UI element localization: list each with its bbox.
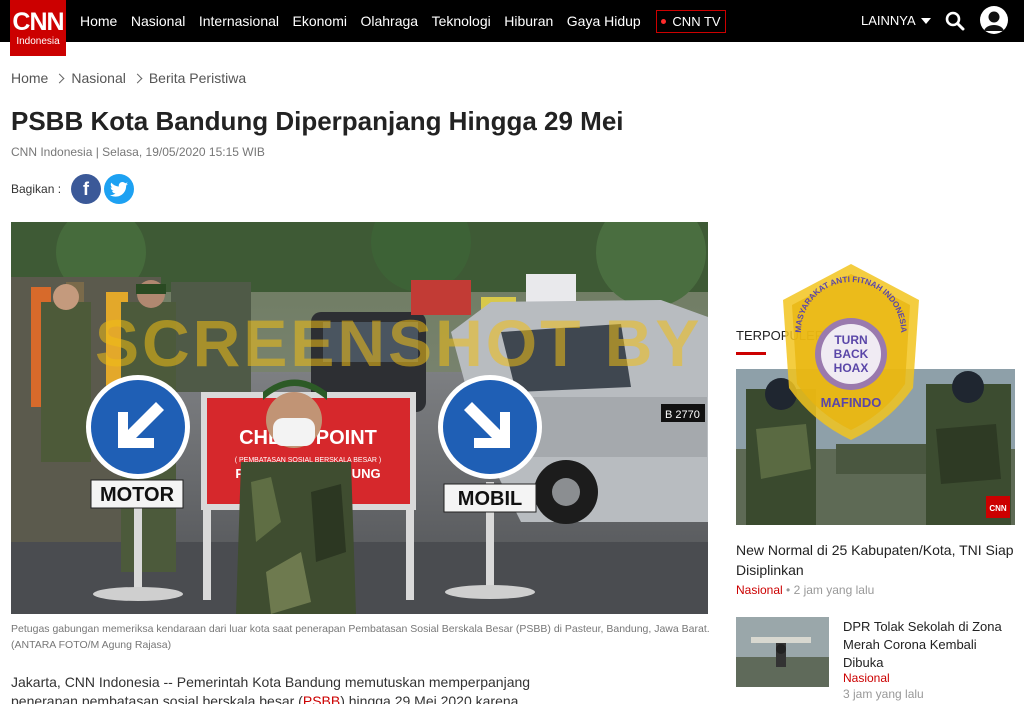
cnn-indonesia-logo[interactable]: CNN Indonesia <box>10 0 66 56</box>
live-dot-icon <box>661 19 667 24</box>
logo-text: CNN <box>12 8 64 36</box>
popular-item-2-thumbnail[interactable] <box>736 617 829 687</box>
top-navbar: Home Nasional Internasional Ekonomi Olah… <box>0 0 1024 42</box>
cnn-tv-label: CNN TV <box>672 14 721 29</box>
nav-nasional[interactable]: Nasional <box>131 13 185 29</box>
badge-bottom-text: MAFINDO <box>821 395 882 410</box>
nav-internasional[interactable]: Internasional <box>199 13 279 29</box>
nav-home[interactable]: Home <box>80 13 117 29</box>
user-avatar-icon[interactable] <box>980 6 1008 34</box>
article-body-line2-post: ) hingga 29 Mei 2020 karena <box>340 693 519 704</box>
twitter-share-button[interactable] <box>104 174 135 204</box>
popular-item-2-time: 3 jam yang lalu <box>843 687 924 701</box>
nav-olahraga[interactable]: Olahraga <box>360 13 418 29</box>
cnn-tag: CNN <box>989 504 1007 513</box>
logo-subtext: Indonesia <box>16 36 60 47</box>
article-body-line2-pre: penerapan pembatasan sosial berskala bes… <box>11 693 303 704</box>
image-caption: Petugas gabungan memeriksa kendaraan dar… <box>11 623 710 651</box>
license-plate: B 2770 <box>665 409 700 421</box>
badge-center-line1: TURN <box>834 333 867 347</box>
popular-item-1-meta: Nasional • 2 jam yang lalu <box>736 583 874 597</box>
popular-item-1-time: • 2 jam yang lalu <box>786 583 875 597</box>
article-hero-image: B 2770 CHECK POINT ( PEMBATASAN SOSIAL B… <box>11 222 708 614</box>
share-bar: Bagikan : f <box>11 174 137 204</box>
nav-ekonomi[interactable]: Ekonomi <box>293 13 347 29</box>
share-label: Bagikan : <box>11 182 62 196</box>
caret-down-icon <box>920 17 931 24</box>
heading-underline <box>736 352 766 355</box>
twitter-icon <box>110 181 129 197</box>
badge-center-line3: HOAX <box>834 361 869 375</box>
popular-item-1-category[interactable]: Nasional <box>736 583 783 597</box>
article-byline: CNN Indonesia | Selasa, 19/05/2020 15:15… <box>11 145 265 159</box>
nav-teknologi[interactable]: Teknologi <box>432 13 491 29</box>
facebook-icon: f <box>83 178 90 199</box>
mobil-sign-label: MOBIL <box>458 488 522 510</box>
psbb-link[interactable]: PSBB <box>303 693 340 704</box>
search-icon[interactable] <box>945 11 965 31</box>
breadcrumb-home[interactable]: Home <box>11 70 48 86</box>
popular-item-2-title[interactable]: DPR Tolak Sekolah di Zona Merah Corona K… <box>843 618 1018 672</box>
nav-gaya-hidup[interactable]: Gaya Hidup <box>567 13 641 29</box>
nav-hiburan[interactable]: Hiburan <box>504 13 553 29</box>
chevron-right-icon <box>132 73 143 83</box>
popular-item-1-title[interactable]: New Normal di 25 Kabupaten/Kota, TNI Sia… <box>736 540 1016 580</box>
badge-center-line2: BACK <box>834 347 869 361</box>
mafindo-badge-logo: MASYARAKAT ANTI FITNAH INDONESIA TURN BA… <box>779 262 923 442</box>
breadcrumb-nasional[interactable]: Nasional <box>71 70 125 86</box>
more-menu-button[interactable]: LAINNYA <box>861 13 931 28</box>
main-nav: Home Nasional Internasional Ekonomi Olah… <box>80 0 654 42</box>
article-body: Jakarta, CNN Indonesia -- Pemerintah Kot… <box>11 673 571 704</box>
breadcrumb: Home Nasional Berita Peristiwa <box>11 70 246 86</box>
popular-item-2-category[interactable]: Nasional <box>843 670 924 686</box>
facebook-share-button[interactable]: f <box>71 174 102 204</box>
more-menu-label: LAINNYA <box>861 13 916 28</box>
article-title: PSBB Kota Bandung Diperpanjang Hingga 29… <box>11 106 624 136</box>
motor-sign-label: MOTOR <box>100 484 175 506</box>
article-body-line1: Jakarta, CNN Indonesia -- Pemerintah Kot… <box>11 674 531 690</box>
screenshot-watermark-text: SCREENSHOT BY <box>95 306 703 380</box>
chevron-right-icon <box>54 73 65 83</box>
breadcrumb-berita-peristiwa[interactable]: Berita Peristiwa <box>149 70 246 86</box>
popular-item-2-meta: Nasional 3 jam yang lalu <box>843 670 924 702</box>
cnn-tv-button[interactable]: CNN TV <box>656 10 726 33</box>
